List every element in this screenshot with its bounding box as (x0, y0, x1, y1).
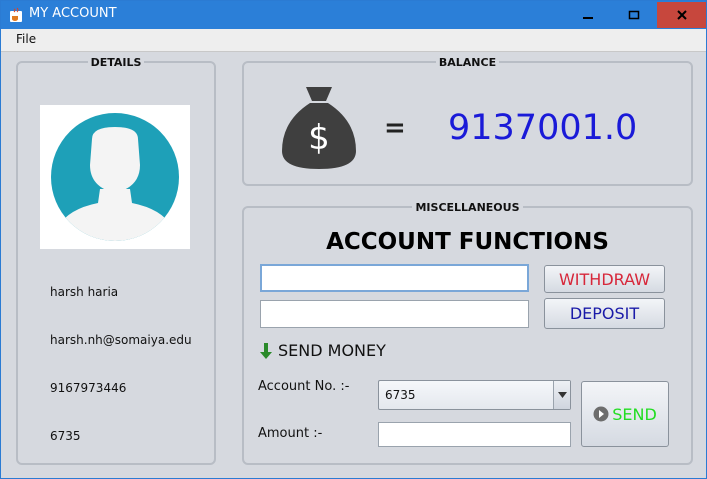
details-title: DETAILS (87, 56, 145, 69)
user-email: harsh.nh@somaiya.edu (50, 333, 192, 347)
withdraw-amount-input[interactable] (260, 264, 529, 292)
svg-text:$: $ (308, 118, 330, 158)
misc-title: MISCELLANEOUS (412, 201, 523, 214)
menu-bar: File (1, 29, 706, 52)
avatar (40, 105, 190, 249)
account-functions-title: ACCOUNT FUNCTIONS (326, 229, 609, 255)
user-name: harsh haria (50, 285, 119, 299)
chevron-down-icon (557, 392, 567, 398)
send-money-label: SEND MONEY (278, 341, 386, 360)
user-phone: 9167973446 (50, 381, 127, 395)
deposit-button[interactable]: DEPOSIT (544, 298, 665, 329)
money-bag-icon: $ (282, 87, 356, 169)
balance-title: BALANCE (435, 56, 500, 69)
balance-panel: BALANCE $ = 9137001.0 (242, 56, 693, 186)
send-label: SEND (612, 404, 657, 424)
send-amount-input[interactable] (378, 422, 571, 447)
balance-value: 9137001.0 (448, 108, 638, 148)
combo-dropdown-button[interactable] (553, 381, 570, 409)
arrow-down-icon (260, 342, 272, 359)
deposit-amount-input[interactable] (260, 300, 529, 328)
account-number-selected: 6735 (385, 388, 416, 402)
account-number-select[interactable]: 6735 (378, 380, 571, 410)
send-arrow-icon (593, 406, 609, 422)
account-window: MY ACCOUNT File DETAILS harsh haria hars… (0, 0, 707, 479)
menu-file[interactable]: File (16, 32, 36, 46)
equals-sign: = (384, 113, 406, 143)
minimize-icon (583, 17, 593, 19)
maximize-button[interactable] (611, 2, 657, 28)
title-bar[interactable]: MY ACCOUNT (1, 1, 706, 29)
send-button[interactable]: SEND (581, 381, 669, 447)
withdraw-button[interactable]: WITHDRAW (544, 265, 665, 293)
maximize-icon (628, 10, 640, 20)
miscellaneous-panel: MISCELLANEOUS ACCOUNT FUNCTIONS WITHDRAW… (242, 201, 693, 465)
minimize-button[interactable] (565, 2, 611, 28)
close-button[interactable] (657, 2, 706, 28)
close-icon (676, 10, 687, 20)
account-number-label: Account No. :- (258, 379, 350, 394)
amount-label: Amount :- (258, 426, 323, 441)
window-title: MY ACCOUNT (29, 6, 117, 21)
avatar-icon (51, 113, 179, 241)
user-account-number: 6735 (50, 429, 81, 443)
java-app-icon (10, 7, 22, 22)
send-money-heading: SEND MONEY (260, 341, 386, 360)
details-panel: DETAILS harsh haria harsh.nh@somaiya.edu… (16, 56, 216, 465)
